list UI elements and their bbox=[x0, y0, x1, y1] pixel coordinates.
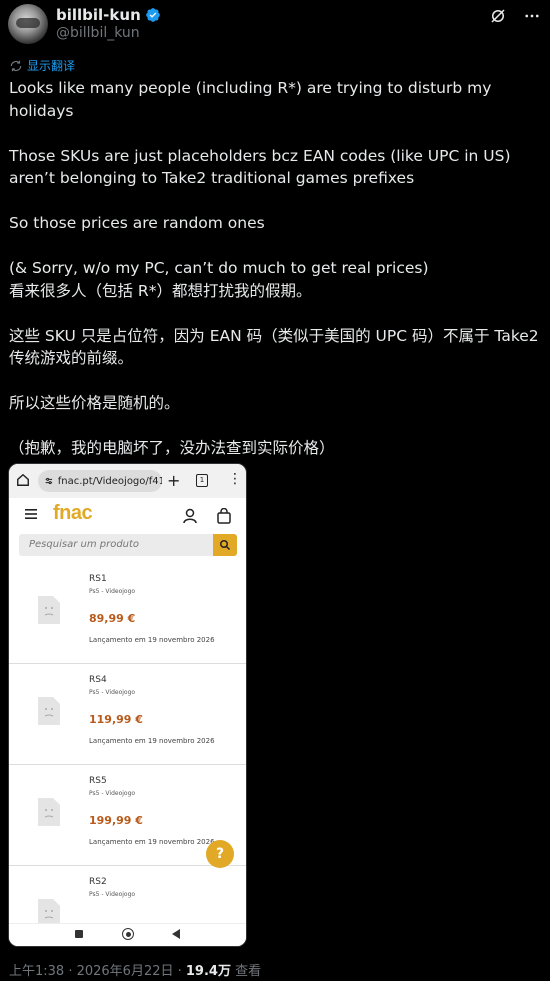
new-tab-icon[interactable]: + bbox=[167, 471, 180, 490]
browser-toolbar: fnac.pt/Videojogo/f41 + 1 ⋮ bbox=[9, 464, 246, 498]
translate-link[interactable]: 显示翻译 bbox=[9, 57, 75, 74]
views-label: 查看 bbox=[230, 964, 262, 979]
product-title[interactable]: RS5 bbox=[89, 776, 107, 786]
tweet-line: (& Sorry, w/o my PC, can’t do much to ge… bbox=[9, 259, 429, 277]
home-nav-icon[interactable] bbox=[122, 928, 134, 940]
tweet-line: Those SKUs are just placeholders bcz EAN… bbox=[9, 146, 511, 188]
tweet-line: So those prices are random ones bbox=[9, 214, 265, 232]
search-bar: Pesquisar um produto bbox=[19, 534, 237, 556]
placeholder-image-icon bbox=[38, 798, 60, 826]
fnac-header: fnac bbox=[9, 498, 246, 534]
verified-badge-icon bbox=[145, 8, 160, 22]
display-name[interactable]: billbil-kun bbox=[56, 6, 141, 24]
tweet-line: Looks like many people (including R*) ar… bbox=[9, 79, 492, 120]
product-list: RS1 Ps5 - Videojogo 89,99 € Lançamento e… bbox=[9, 563, 246, 946]
home-icon[interactable] bbox=[16, 473, 30, 487]
product-category: Ps5 - Videojogo bbox=[89, 689, 136, 696]
product-item[interactable]: RS4 Ps5 - Videojogo 119,99 € Lançamento … bbox=[9, 664, 246, 765]
tweet-header: billbil-kun @billbil_kun bbox=[8, 4, 542, 44]
product-price: 199,99 € bbox=[89, 814, 143, 827]
timestamp[interactable]: 上午1:38 · 2026年6月22日 · bbox=[9, 964, 186, 979]
tweet-line: 这些 SKU 只是占位符，因为 EAN 码（类似于美国的 UPC 码）不属于 T… bbox=[9, 326, 539, 368]
product-release: Lançamento em 19 novembro 2026 bbox=[89, 838, 215, 846]
search-button[interactable] bbox=[213, 534, 237, 556]
site-info-icon bbox=[45, 477, 53, 485]
bag-icon[interactable] bbox=[217, 508, 231, 524]
menu-icon[interactable] bbox=[25, 509, 37, 519]
view-count: 19.4万 bbox=[185, 964, 231, 979]
product-item[interactable]: RS1 Ps5 - Videojogo 89,99 € Lançamento e… bbox=[9, 563, 246, 664]
product-release: Lançamento em 19 novembro 2026 bbox=[89, 737, 215, 745]
placeholder-image-icon bbox=[38, 697, 60, 725]
search-input[interactable]: Pesquisar um produto bbox=[19, 534, 213, 556]
recents-icon[interactable] bbox=[75, 930, 83, 938]
help-icon[interactable]: ? bbox=[206, 840, 234, 868]
avatar[interactable] bbox=[8, 4, 48, 44]
product-category: Ps5 - Videojogo bbox=[89, 588, 136, 595]
product-price: 119,99 € bbox=[89, 713, 143, 726]
attached-screenshot[interactable]: fnac.pt/Videojogo/f41 + 1 ⋮ fnac Pesquis… bbox=[8, 463, 247, 947]
android-nav-bar bbox=[9, 923, 246, 946]
user-icon[interactable] bbox=[183, 508, 197, 524]
translate-label[interactable]: 显示翻译 bbox=[27, 57, 75, 74]
url-bar[interactable]: fnac.pt/Videojogo/f41 bbox=[38, 470, 162, 492]
browser-menu-icon[interactable]: ⋮ bbox=[228, 471, 242, 487]
tweet-text: Looks like many people (including R*) ar… bbox=[9, 77, 544, 460]
search-icon bbox=[220, 540, 231, 551]
grok-icon[interactable] bbox=[488, 6, 508, 26]
top-icons bbox=[488, 6, 542, 26]
more-icon[interactable] bbox=[522, 6, 542, 26]
product-price: 89,99 € bbox=[89, 612, 136, 625]
product-title[interactable]: RS4 bbox=[89, 675, 107, 685]
product-release: Lançamento em 19 novembro 2026 bbox=[89, 636, 215, 644]
name-row: billbil-kun bbox=[56, 6, 161, 24]
handle[interactable]: @billbil_kun bbox=[56, 25, 140, 41]
placeholder-image-icon bbox=[38, 596, 60, 624]
url-text: fnac.pt/Videojogo/f41 bbox=[57, 475, 162, 487]
tweet-line: （抱歉，我的电脑坏了，没办法查到实际价格） bbox=[9, 439, 335, 457]
product-category: Ps5 - Videojogo bbox=[89, 790, 136, 797]
translate-icon bbox=[10, 60, 22, 71]
tweet-line: 所以这些价格是随机的。 bbox=[9, 394, 180, 412]
tweet-line: 看来很多人（包括 R*）都想打扰我的假期。 bbox=[9, 281, 312, 300]
product-title[interactable]: RS2 bbox=[89, 877, 107, 887]
product-title[interactable]: RS1 bbox=[89, 574, 107, 584]
back-icon[interactable] bbox=[172, 929, 180, 939]
fnac-logo[interactable]: fnac bbox=[53, 502, 93, 525]
tweet-footer: 上午1:38 · 2026年6月22日 · 19.4万 查看 bbox=[9, 960, 261, 979]
product-category: Ps5 - Videojogo bbox=[89, 891, 136, 898]
tab-count[interactable]: 1 bbox=[196, 474, 208, 487]
